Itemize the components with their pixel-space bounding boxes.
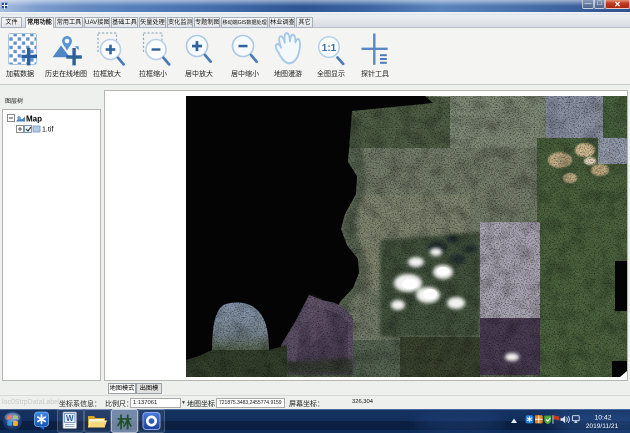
svg-text:1.tif: 1.tif <box>42 127 53 134</box>
svg-text:2019/11/21: 2019/11/21 <box>586 423 619 430</box>
svg-text:W: W <box>66 414 74 423</box>
svg-text:10:42: 10:42 <box>594 415 611 422</box>
svg-text:林: 林 <box>117 414 133 432</box>
svg-text:1:1: 1:1 <box>322 43 337 54</box>
svg-text:Map: Map <box>26 115 42 124</box>
